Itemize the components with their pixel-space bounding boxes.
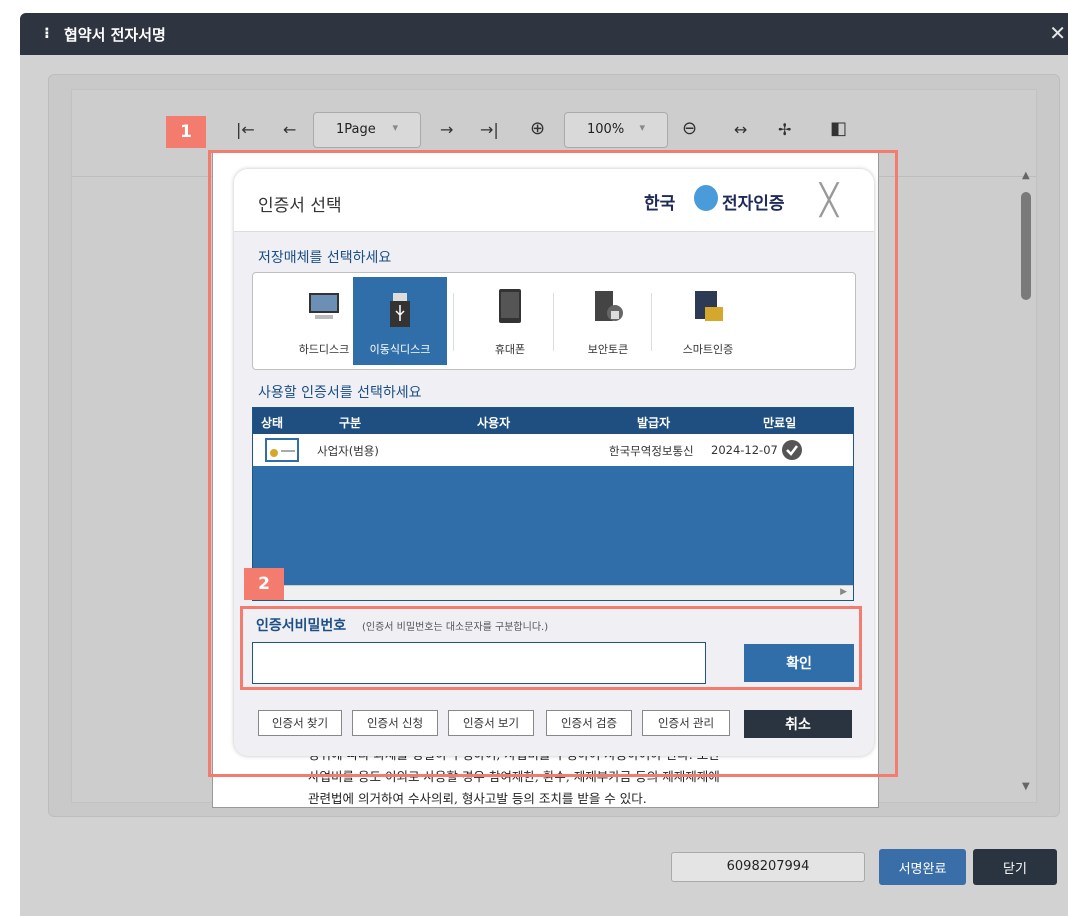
callout-badge-1: 1 [166,116,206,148]
window-title: 협약서 전자서명 [64,26,166,44]
last-page-icon[interactable]: →| [480,120,499,139]
side-panel-icon[interactable]: ◧ [830,118,847,139]
business-number-field: 6098207994 [671,852,865,882]
scrollbar-thumb[interactable] [1021,192,1031,300]
zoom-in-icon[interactable]: ⊕ [530,118,545,139]
page-select-value: 1Page [336,122,376,137]
close-button[interactable]: 닫기 [973,849,1057,885]
doc-line: 관련법에 의거하여 수사의뢰, 형사고발 등의 조치를 받을 수 있다. [308,791,647,806]
first-page-icon[interactable]: |← [236,120,255,139]
zoom-select[interactable]: 100% ▾ [564,112,668,148]
title-bar: ⁝ 협약서 전자서명 ✕ [20,13,1068,55]
scroll-up-icon[interactable]: ▲ [1022,170,1030,181]
callout-box-2 [240,606,862,690]
zoom-select-value: 100% [587,122,625,137]
scroll-down-icon[interactable]: ▼ [1022,781,1030,792]
window-close-button[interactable]: ✕ [1049,21,1066,45]
next-page-icon[interactable]: → [440,120,453,139]
callout-badge-2: 2 [244,568,284,600]
sign-complete-button[interactable]: 서명완료 [879,849,966,885]
chevron-down-icon: ▾ [639,121,645,134]
fit-page-icon[interactable]: ✢ [778,120,791,139]
prev-page-icon[interactable]: ← [283,120,296,139]
page-select[interactable]: 1Page ▾ [313,112,421,148]
chevron-down-icon: ▾ [392,121,398,134]
grip-icon: ⁝ [44,24,50,42]
zoom-out-icon[interactable]: ⊖ [682,118,697,139]
fit-width-icon[interactable]: ↔ [734,120,747,139]
